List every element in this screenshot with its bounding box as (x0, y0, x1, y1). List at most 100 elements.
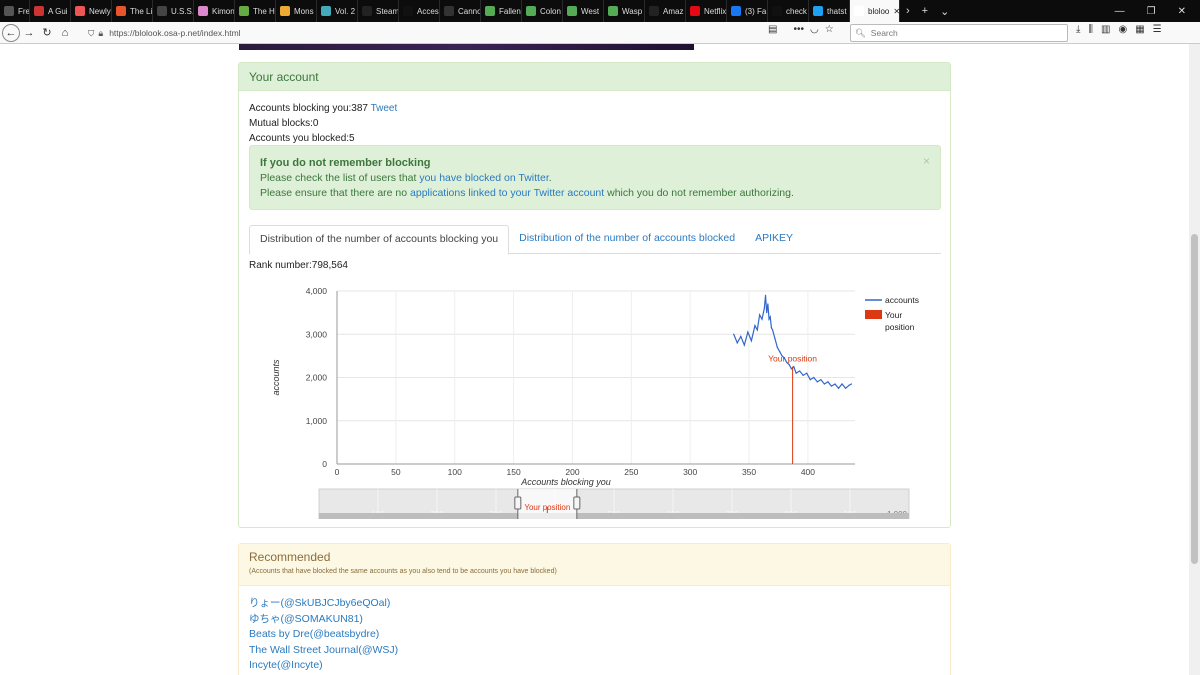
legend-label: position (885, 322, 915, 332)
navigator-scrollbar[interactable] (319, 513, 909, 519)
list-item[interactable]: りょー(@SkUBJCJby6eQOal) (249, 596, 398, 612)
tab-favicon-icon (649, 6, 659, 16)
browser-tab[interactable]: The Li (112, 0, 153, 22)
browser-tab[interactable]: thatst (809, 0, 850, 22)
tab-label: Netflix (704, 6, 727, 16)
browser-tab[interactable]: Newly (71, 0, 112, 22)
list-item[interactable]: Incyte(@Incyte) (249, 658, 398, 674)
browser-tab[interactable]: Steam (358, 0, 399, 22)
search-placeholder: Search (870, 28, 898, 38)
browser-tab[interactable]: check (768, 0, 809, 22)
browser-tab[interactable]: (3) Fa (727, 0, 768, 22)
forward-icon[interactable]: → (20, 24, 38, 42)
tab-blocked[interactable]: Distribution of the number of accounts b… (509, 225, 745, 253)
account-panel: Your account Accounts blocking you:387 T… (238, 62, 951, 528)
browser-tab[interactable]: West (563, 0, 604, 22)
data-point (733, 333, 735, 335)
linked-apps-link[interactable]: applications linked to your Twitter acco… (410, 187, 604, 199)
browser-tab[interactable]: bloloo ✕ (850, 0, 900, 22)
alert-title: If you do not remember blocking (260, 157, 431, 169)
browser-tab[interactable]: Acces (399, 0, 440, 22)
tab-label: Steam (376, 6, 399, 16)
tab-blocking-you[interactable]: Distribution of the number of accounts b… (249, 225, 510, 255)
tab-favicon-icon (4, 6, 14, 16)
browser-tab[interactable]: Netflix (686, 0, 727, 22)
library-icon[interactable]: ⫼ (1088, 24, 1093, 35)
account-icon[interactable]: ◉ (1118, 24, 1127, 35)
pocket-icon[interactable]: ◡ (810, 24, 819, 35)
data-point (827, 381, 829, 383)
browser-tab[interactable]: Fre (0, 0, 30, 22)
data-point (763, 307, 765, 309)
tab-favicon-icon (485, 6, 495, 16)
browser-tab[interactable]: Kimon (194, 0, 235, 22)
browser-tab[interactable]: The H (235, 0, 276, 22)
page-scrollbar[interactable] (1189, 44, 1200, 675)
tab-label: Fre (18, 6, 30, 16)
extensions-icon[interactable]: ▦ (1135, 24, 1144, 35)
tab-label: bloloo (868, 6, 890, 16)
url-text: https://blolook.osa-p.net/index.html (109, 28, 241, 38)
tab-favicon-icon (567, 6, 577, 16)
download-icon[interactable]: ⤓ (1076, 24, 1080, 35)
url-bar[interactable]: ⛉ 🔒︎ https://blolook.osa-p.net/index.htm… (88, 24, 846, 42)
back-icon[interactable]: ← (2, 23, 20, 42)
lock-icon: 🔒︎ (98, 27, 104, 38)
reload-icon[interactable]: ↻ (38, 24, 56, 42)
browser-tab[interactable]: Colon (522, 0, 563, 22)
reader-view-icon[interactable]: ▤ (768, 24, 777, 35)
search-input[interactable]: 🔍︎ Search (850, 24, 1068, 42)
restore-icon[interactable]: ❐ (1147, 6, 1156, 17)
list-item[interactable]: Beats by Dre(@beatsbydre) (249, 627, 398, 643)
browser-tab[interactable]: Wasp (604, 0, 645, 22)
minimize-icon[interactable]: — (1115, 6, 1125, 17)
browser-tab[interactable]: Mons (276, 0, 317, 22)
data-point (766, 312, 768, 314)
tab-label: (3) Fa (745, 6, 767, 16)
browser-tab[interactable]: Amaz (645, 0, 686, 22)
page-actions-icon[interactable]: ••• (793, 24, 804, 35)
url-actions: ▤ ••• ◡ ☆ (768, 24, 834, 35)
data-point (813, 376, 815, 379)
close-window-icon[interactable]: ✕ (1178, 6, 1186, 17)
data-point (750, 340, 752, 342)
tab-scroll-right-icon[interactable]: › (900, 5, 916, 17)
list-item[interactable]: The Wall Street Journal(@WSJ) (249, 643, 398, 659)
blocked-list-link[interactable]: you have blocked on Twitter (419, 172, 548, 184)
data-point (740, 335, 742, 338)
navigator-handle[interactable] (514, 496, 522, 510)
list-item[interactable]: ゆちゃ(@SOMAKUN81) (249, 612, 398, 628)
tab-favicon-icon (854, 6, 864, 16)
scrollbar-thumb[interactable] (1191, 234, 1198, 564)
navigator-handle[interactable] (573, 496, 581, 510)
browser-tab[interactable]: Cannons (440, 0, 481, 22)
tab-favicon-icon (444, 6, 454, 16)
data-point (779, 350, 781, 353)
browser-tab[interactable]: A Gui (30, 0, 71, 22)
bookmark-star-icon[interactable]: ☆ (825, 24, 834, 35)
browser-tab[interactable]: Vol. 2 (317, 0, 358, 22)
sidebar-icon[interactable]: ▥ (1101, 24, 1110, 35)
tab-label: West (581, 6, 600, 16)
y-tick-label: 1,000 (306, 416, 328, 426)
tweet-link[interactable]: Tweet (371, 103, 398, 114)
tab-favicon-icon (362, 6, 372, 16)
close-icon[interactable]: × (923, 154, 930, 169)
close-tab-icon[interactable]: ✕ (893, 7, 899, 16)
alert-text: which you do not remember authorizing. (604, 187, 794, 199)
data-point (823, 383, 825, 385)
new-tab-icon[interactable]: + (916, 5, 934, 17)
menu-icon[interactable]: ☰ (1153, 24, 1162, 35)
browser-tab[interactable]: Fallen (481, 0, 522, 22)
tab-apikey[interactable]: APIKEY (745, 225, 803, 253)
x-tick-label: 300 (683, 467, 697, 477)
recommended-header: Recommended (Accounts that have blocked … (239, 544, 950, 586)
tab-list-icon[interactable]: ⌄ (934, 5, 955, 18)
tab-favicon-icon (280, 6, 290, 16)
data-point (802, 374, 804, 376)
tab-bar: Fre A Gui Newly The Li U.S.S. Kimon The H Mons V… (0, 0, 1200, 22)
tab-label: U.S.S. (171, 6, 194, 16)
your-position-label: Your position (768, 354, 817, 364)
home-icon[interactable]: ⌂ (56, 24, 74, 42)
browser-tab[interactable]: U.S.S. (153, 0, 194, 22)
